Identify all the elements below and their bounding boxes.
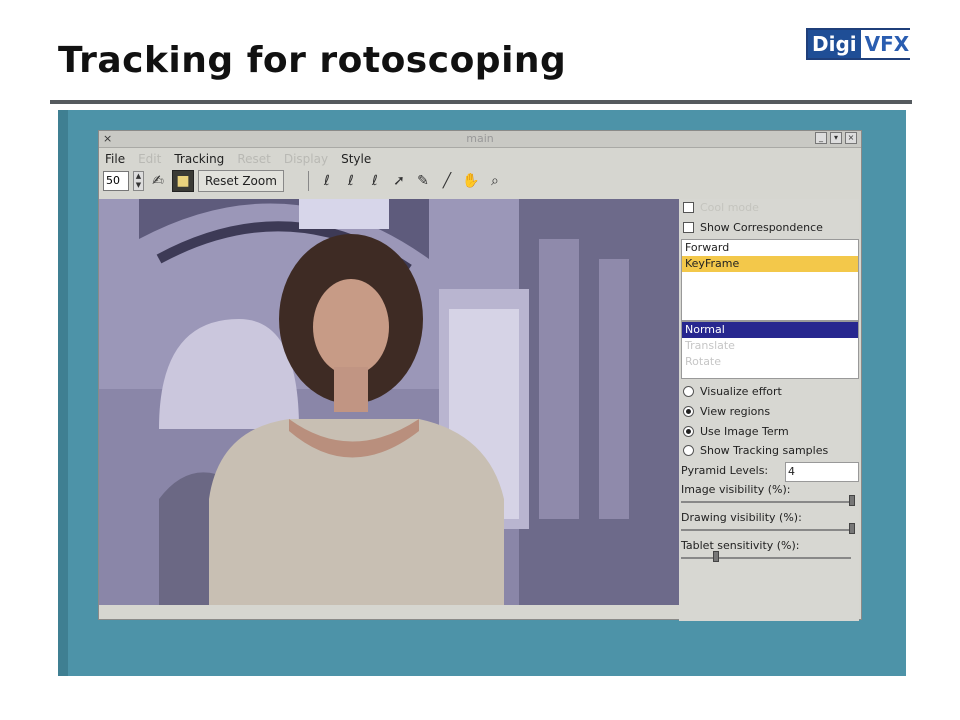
app-window: × main _ ▾ × File Edit Tracking Reset Di… — [98, 130, 862, 621]
line-icon[interactable]: ╱ — [437, 171, 457, 191]
video-frame-image[interactable] — [99, 199, 679, 605]
list-item-forward[interactable]: Forward — [682, 240, 858, 256]
show-correspondence-label: Show Correspondence — [700, 221, 823, 234]
options-panel: Cool mode Show Correspondence Forward Ke… — [679, 199, 859, 621]
hand-icon[interactable]: ✋ — [461, 171, 481, 191]
view-regions-radio[interactable]: View regions — [683, 405, 770, 418]
menu-reset[interactable]: Reset — [231, 149, 278, 167]
drawing-visibility-slider-knob[interactable] — [849, 523, 855, 534]
drawing-visibility-slider[interactable] — [681, 529, 851, 531]
image-visibility-label: Image visibility (%): — [681, 483, 791, 496]
curve-select-icon[interactable]: ℓ — [365, 171, 385, 191]
menu-edit[interactable]: Edit — [132, 149, 168, 167]
tablet-sensitivity-label: Tablet sensitivity (%): — [681, 539, 800, 552]
maximize-icon[interactable]: ▾ — [830, 132, 842, 144]
mode-list[interactable]: Normal Translate Rotate — [681, 321, 859, 379]
use-image-term-label: Use Image Term — [700, 425, 789, 438]
menu-style[interactable]: Style — [335, 149, 378, 167]
list-item-rotate[interactable]: Rotate — [682, 354, 858, 370]
tablet-sensitivity-slider[interactable] — [681, 557, 851, 559]
visualize-effort-label: Visualize effort — [700, 385, 782, 398]
cool-mode-label: Cool mode — [700, 201, 759, 214]
list-item-normal[interactable]: Normal — [682, 322, 858, 338]
tablet-sensitivity-slider-knob[interactable] — [713, 551, 719, 562]
title-rule — [50, 100, 912, 104]
digivfx-logo: Digi VFX — [806, 28, 914, 60]
logo-vfx: VFX — [860, 30, 914, 58]
slide-title: Tracking for rotoscoping — [58, 40, 567, 81]
direction-list[interactable]: Forward KeyFrame — [681, 239, 859, 321]
menu-bar: File Edit Tracking Reset Display Style — [99, 149, 861, 167]
menu-display[interactable]: Display — [278, 149, 335, 167]
video-frame: × main _ ▾ × File Edit Tracking Reset Di… — [58, 110, 906, 676]
brush-icon[interactable]: ✎ — [413, 171, 433, 191]
show-tracking-samples-radio[interactable]: Show Tracking samples — [683, 444, 828, 457]
toolbar: 50 ▲ ▼ ✍ ■ Reset Zoom ℓ ℓ ℓ ➚ ✎ ╱ ✋ ⌕ — [103, 169, 859, 193]
pointer-icon[interactable]: ➚ — [389, 171, 409, 191]
list-item-translate[interactable]: Translate — [682, 338, 858, 354]
window-title: main — [466, 132, 494, 145]
curve-add-icon[interactable]: ℓ — [341, 171, 361, 191]
show-correspondence-checkbox[interactable]: Show Correspondence — [683, 221, 823, 234]
zoom-spinner[interactable]: ▲ ▼ — [133, 171, 144, 191]
list-item-keyframe[interactable]: KeyFrame — [682, 256, 858, 272]
menu-tracking[interactable]: Tracking — [168, 149, 231, 167]
zoom-icon[interactable]: ⌕ — [485, 171, 505, 191]
close-icon[interactable]: × — [845, 132, 857, 144]
cool-mode-checkbox[interactable]: Cool mode — [683, 201, 759, 214]
lasso-tool-icon[interactable]: ✍ — [148, 171, 168, 191]
toolbar-divider — [307, 171, 309, 191]
show-tracking-samples-label: Show Tracking samples — [700, 444, 829, 457]
woman-in-hall-image — [99, 199, 679, 605]
title-bar: × main _ ▾ × — [99, 131, 861, 148]
use-image-term-radio[interactable]: Use Image Term — [683, 425, 789, 438]
drawing-visibility-label: Drawing visibility (%): — [681, 511, 802, 524]
image-visibility-slider[interactable] — [681, 501, 851, 503]
zoom-field[interactable]: 50 — [103, 171, 129, 191]
lock-tool-icon[interactable]: ■ — [172, 170, 194, 192]
minimize-icon[interactable]: _ — [815, 132, 827, 144]
curve-tool-icon[interactable]: ℓ — [317, 171, 337, 191]
pyramid-levels-input[interactable]: 4 — [785, 462, 859, 482]
reset-zoom-button[interactable]: Reset Zoom — [198, 170, 284, 192]
logo-digi: Digi — [808, 30, 861, 58]
visualize-effort-radio[interactable]: Visualize effort — [683, 385, 782, 398]
view-regions-label: View regions — [700, 405, 771, 418]
menu-file[interactable]: File — [99, 149, 132, 167]
image-visibility-slider-knob[interactable] — [849, 495, 855, 506]
pyramid-levels-label: Pyramid Levels: — [681, 464, 769, 477]
